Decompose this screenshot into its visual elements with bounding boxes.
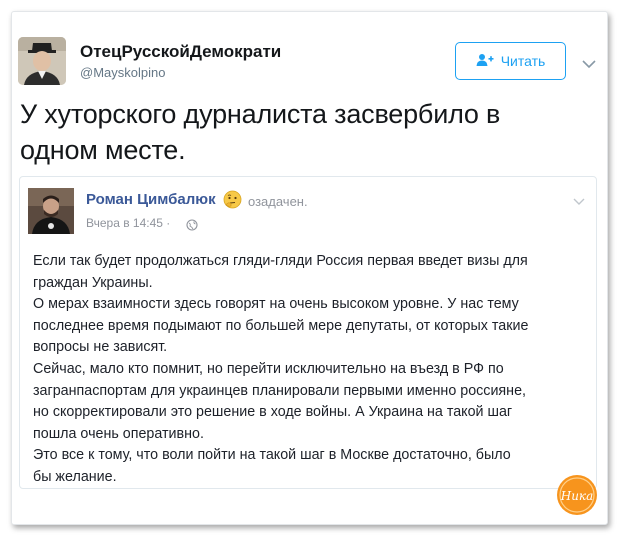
author-handle[interactable]: @Mayskolpino xyxy=(80,65,165,80)
author-avatar[interactable] xyxy=(18,37,66,85)
body-line: Сейчас, мало кто помнит, но перейти искл… xyxy=(33,360,504,377)
quoted-author-avatar[interactable] xyxy=(28,188,74,234)
body-line: Если так будет продолжаться гляди-гляди … xyxy=(33,253,528,269)
follow-label: Читать xyxy=(500,53,546,69)
globe-icon xyxy=(186,218,198,231)
watermark-text: Ника xyxy=(560,489,594,503)
tweet-text-line: одном месте. xyxy=(20,135,186,165)
body-line: но скорректировали это решение в ходе во… xyxy=(33,404,513,421)
body-line: вопросы не зависят. xyxy=(33,339,168,356)
author-name[interactable]: ОтецРусскойДемократи xyxy=(80,42,281,62)
body-line: пошла очень оперативно. xyxy=(33,425,204,442)
body-line: О мерах взаимности здесь говорят на очен… xyxy=(33,296,519,313)
feeling-status: озадачен. xyxy=(248,194,308,209)
quoted-chevron-down-icon[interactable] xyxy=(573,193,585,205)
watermark-logo: Ника xyxy=(556,474,598,516)
quoted-author-name[interactable]: Роман Цимбалюк xyxy=(86,191,216,208)
body-line: Это все к тому, что воли пойти на такой … xyxy=(33,447,511,464)
tweet-text-line: У хуторского дурналиста засвербило в xyxy=(20,99,501,129)
body-line: последнее время подымают по большей мере… xyxy=(33,317,529,334)
body-line: бы желание. xyxy=(33,468,117,485)
post-timestamp[interactable]: Вчера в 14:45 · xyxy=(86,216,170,230)
body-line: загранпаспортам для украинцев планировал… xyxy=(33,382,526,399)
quoted-post-body: Если так будет продолжаться гляди-гляди … xyxy=(33,251,593,489)
follow-button[interactable]: Читать xyxy=(455,42,566,80)
thinking-emoji-icon xyxy=(223,190,242,209)
tweet-text: У хуторского дурналиста засвербило в одн… xyxy=(20,96,580,168)
body-line: граждан Украины. xyxy=(33,274,153,291)
add-user-icon xyxy=(476,53,494,70)
chevron-down-icon[interactable] xyxy=(582,56,596,69)
